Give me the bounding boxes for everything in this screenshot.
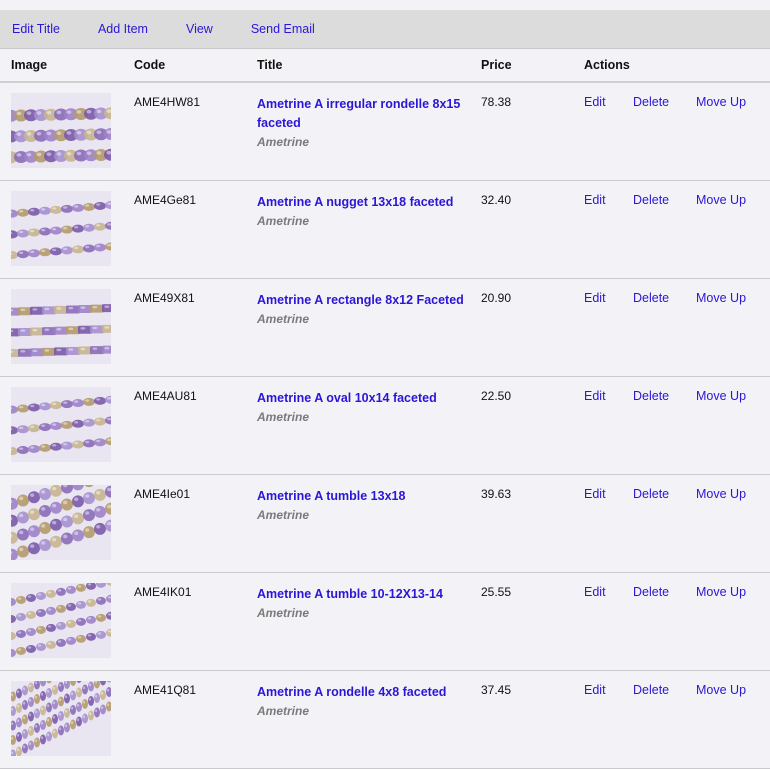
edit-button[interactable]: Edit [584, 487, 606, 501]
title-cell: Ametrine A tumble 13x18 Ametrine [257, 487, 467, 525]
title-cell: Ametrine A tumble 10-12X13-14 Ametrine [257, 585, 467, 623]
item-price: 78.38 [481, 95, 511, 109]
item-price: 25.55 [481, 585, 511, 599]
table-header: Image Code Title Price Actions [0, 49, 770, 83]
header-price: Price [481, 58, 512, 72]
table-row: AME4IK01 Ametrine A tumble 10-12X13-14 A… [0, 573, 770, 671]
item-subtitle: Ametrine [257, 702, 467, 721]
header-actions: Actions [584, 58, 630, 72]
item-code: AME4Ge81 [134, 193, 196, 207]
edit-button[interactable]: Edit [584, 193, 606, 207]
title-cell: Ametrine A nugget 13x18 faceted Ametrine [257, 193, 467, 231]
item-title-link[interactable]: Ametrine A rectangle 8x12 Faceted [257, 293, 464, 307]
product-thumbnail[interactable] [11, 583, 111, 658]
delete-button[interactable]: Delete [633, 683, 669, 697]
item-price: 22.50 [481, 389, 511, 403]
bead-photo-icon [11, 191, 111, 266]
item-title-link[interactable]: Ametrine A oval 10x14 faceted [257, 391, 437, 405]
table-row: AME4AU81 Ametrine A oval 10x14 faceted A… [0, 377, 770, 475]
delete-button[interactable]: Delete [633, 291, 669, 305]
bead-photo-icon [11, 93, 111, 168]
delete-button[interactable]: Delete [633, 389, 669, 403]
title-cell: Ametrine A rondelle 4x8 faceted Ametrine [257, 683, 467, 721]
item-code: AME49X81 [134, 291, 195, 305]
header-code: Code [134, 58, 165, 72]
delete-button[interactable]: Delete [633, 95, 669, 109]
edit-title-link[interactable]: Edit Title [12, 22, 60, 36]
item-subtitle: Ametrine [257, 310, 467, 329]
item-price: 32.40 [481, 193, 511, 207]
add-item-link[interactable]: Add Item [98, 22, 148, 36]
edit-button[interactable]: Edit [584, 95, 606, 109]
bead-photo-icon [11, 387, 111, 462]
product-thumbnail[interactable] [11, 93, 111, 168]
move-up-button[interactable]: Move Up [696, 683, 746, 697]
edit-button[interactable]: Edit [584, 389, 606, 403]
product-thumbnail[interactable] [11, 485, 111, 560]
move-up-button[interactable]: Move Up [696, 487, 746, 501]
product-thumbnail[interactable] [11, 289, 111, 364]
bead-photo-icon [11, 289, 111, 364]
delete-button[interactable]: Delete [633, 585, 669, 599]
title-cell: Ametrine A oval 10x14 faceted Ametrine [257, 389, 467, 427]
item-title-link[interactable]: Ametrine A nugget 13x18 faceted [257, 195, 453, 209]
table-row: AME41Q81 Ametrine A rondelle 4x8 faceted… [0, 671, 770, 769]
delete-button[interactable]: Delete [633, 487, 669, 501]
header-image: Image [11, 58, 47, 72]
edit-button[interactable]: Edit [584, 585, 606, 599]
item-subtitle: Ametrine [257, 604, 467, 623]
item-title-link[interactable]: Ametrine A tumble 13x18 [257, 489, 405, 503]
item-price: 20.90 [481, 291, 511, 305]
bead-photo-icon [11, 485, 111, 560]
item-code: AME4Ie01 [134, 487, 190, 501]
edit-button[interactable]: Edit [584, 291, 606, 305]
view-link[interactable]: View [186, 22, 213, 36]
delete-button[interactable]: Delete [633, 193, 669, 207]
move-up-button[interactable]: Move Up [696, 291, 746, 305]
header-title: Title [257, 58, 282, 72]
edit-button[interactable]: Edit [584, 683, 606, 697]
title-cell: Ametrine A rectangle 8x12 Faceted Ametri… [257, 291, 467, 329]
item-code: AME4HW81 [134, 95, 200, 109]
table-row: AME4Ie01 Ametrine A tumble 13x18 Ametrin… [0, 475, 770, 573]
item-price: 39.63 [481, 487, 511, 501]
product-thumbnail[interactable] [11, 681, 111, 756]
toolbar: Edit Title Add Item View Send Email [0, 10, 770, 49]
move-up-button[interactable]: Move Up [696, 193, 746, 207]
item-code: AME41Q81 [134, 683, 196, 697]
item-subtitle: Ametrine [257, 133, 467, 152]
send-email-link[interactable]: Send Email [251, 22, 315, 36]
move-up-button[interactable]: Move Up [696, 585, 746, 599]
product-thumbnail[interactable] [11, 387, 111, 462]
item-subtitle: Ametrine [257, 408, 467, 427]
move-up-button[interactable]: Move Up [696, 389, 746, 403]
item-code: AME4AU81 [134, 389, 197, 403]
bead-photo-icon [11, 583, 111, 658]
title-cell: Ametrine A irregular rondelle 8x15 facet… [257, 95, 467, 152]
item-code: AME4IK01 [134, 585, 191, 599]
item-title-link[interactable]: Ametrine A tumble 10-12X13-14 [257, 587, 443, 601]
table-body: AME4HW81 Ametrine A irregular rondelle 8… [0, 83, 770, 769]
move-up-button[interactable]: Move Up [696, 95, 746, 109]
table-row: AME4Ge81 Ametrine A nugget 13x18 faceted… [0, 181, 770, 279]
item-price: 37.45 [481, 683, 511, 697]
bead-photo-icon [11, 681, 111, 756]
table-row: AME4HW81 Ametrine A irregular rondelle 8… [0, 83, 770, 181]
item-title-link[interactable]: Ametrine A irregular rondelle 8x15 facet… [257, 97, 460, 130]
item-title-link[interactable]: Ametrine A rondelle 4x8 faceted [257, 685, 446, 699]
product-thumbnail[interactable] [11, 191, 111, 266]
top-strip [0, 0, 770, 10]
item-subtitle: Ametrine [257, 212, 467, 231]
table-row: AME49X81 Ametrine A rectangle 8x12 Facet… [0, 279, 770, 377]
item-subtitle: Ametrine [257, 506, 467, 525]
